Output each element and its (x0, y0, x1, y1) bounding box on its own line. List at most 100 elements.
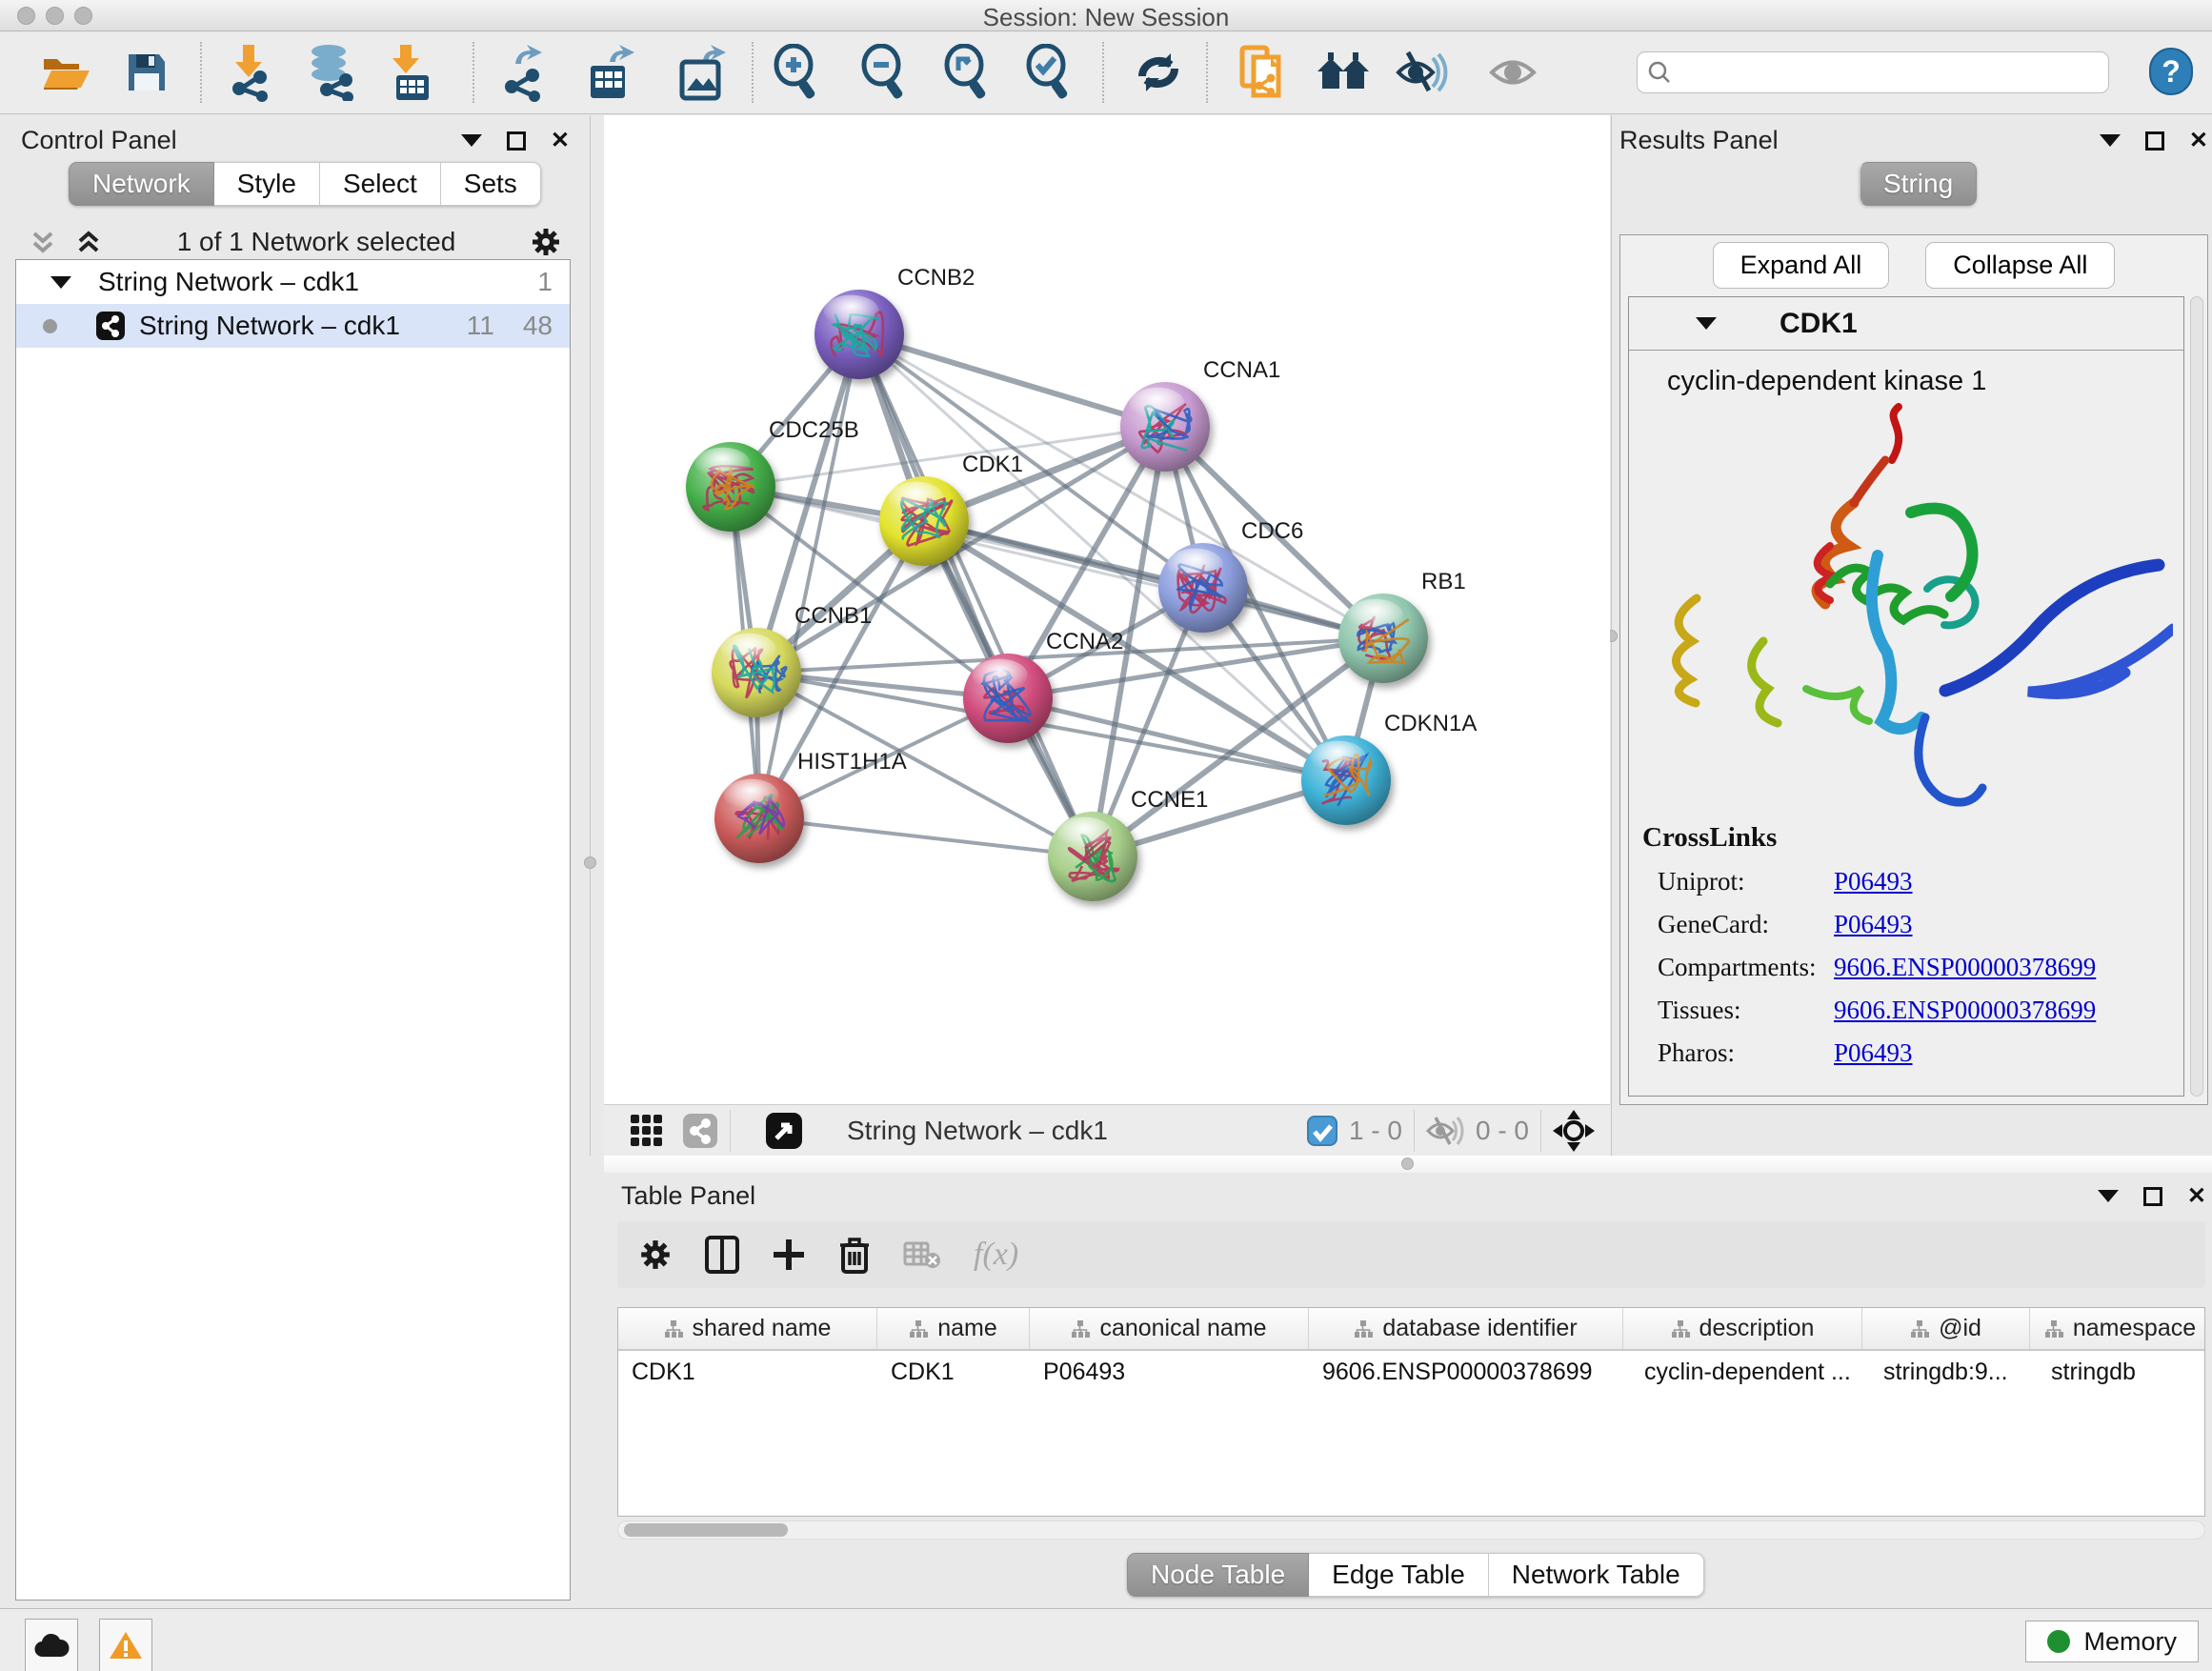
network-row[interactable]: String Network – cdk1 11 48 (16, 304, 570, 348)
table-options-gear-icon[interactable] (638, 1238, 673, 1272)
first-neighbors-icon[interactable] (1314, 40, 1373, 105)
tab-node-table[interactable]: Node Table (1127, 1553, 1309, 1597)
import-network-database-icon[interactable] (302, 40, 361, 105)
node-CDK1[interactable] (879, 476, 969, 566)
tab-network-table[interactable]: Network Table (1489, 1553, 1704, 1597)
node-CCNB2[interactable] (814, 290, 904, 379)
open-session-icon[interactable] (37, 40, 96, 105)
tab-network[interactable]: Network (69, 162, 214, 206)
create-column-icon[interactable] (772, 1238, 806, 1272)
crosslink-link[interactable]: P06493 (1834, 910, 1913, 939)
column-header-canonicalname[interactable]: canonical name (1030, 1308, 1309, 1349)
horizontal-splitter-handle[interactable] (1401, 1158, 1414, 1170)
tab-edge-table[interactable]: Edge Table (1309, 1553, 1489, 1597)
delete-column-icon[interactable] (838, 1236, 871, 1274)
column-header-description[interactable]: description (1623, 1308, 1862, 1349)
left-splitter[interactable] (590, 115, 591, 1156)
edge-CCNB2-CCNA1[interactable] (859, 334, 1165, 427)
expand-all-button[interactable]: Expand All (1713, 242, 1890, 289)
node-HIST1H1A[interactable] (714, 774, 804, 863)
grid-view-icon[interactable] (629, 1113, 665, 1149)
crosslink-link[interactable]: 9606.ENSP00000378699 (1834, 953, 2096, 982)
expand-all-tree-icon[interactable] (29, 228, 57, 256)
save-session-icon[interactable] (117, 40, 176, 105)
select-columns-icon[interactable] (705, 1236, 739, 1274)
node-RB1[interactable] (1338, 594, 1428, 683)
column-header-databaseidentifier[interactable]: database identifier (1309, 1308, 1623, 1349)
control-panel-menu-icon[interactable] (461, 134, 482, 147)
zoom-fit-icon[interactable] (937, 40, 996, 105)
table-cell[interactable]: P06493 (1030, 1359, 1309, 1386)
node-CCNE1[interactable] (1048, 812, 1137, 901)
show-all-icon[interactable] (1485, 40, 1544, 105)
help-icon[interactable]: ? (2149, 48, 2193, 95)
edge-CCNB2-CCNE1[interactable] (859, 334, 1093, 856)
collection-expander-icon[interactable] (50, 276, 71, 289)
column-header-id[interactable]: @id (1862, 1308, 2030, 1349)
collapse-all-tree-icon[interactable] (74, 228, 103, 256)
tab-string[interactable]: String (1860, 162, 1977, 206)
hide-selected-icon[interactable] (1392, 40, 1451, 105)
birds-eye-view-icon[interactable] (1553, 1110, 1595, 1152)
export-image-icon[interactable] (672, 40, 731, 105)
search-input[interactable] (1672, 58, 2081, 87)
export-network-icon[interactable] (496, 40, 555, 105)
column-header-namespace[interactable]: namespace (2030, 1308, 2205, 1349)
crosslink-link[interactable]: P06493 (1834, 1038, 1913, 1068)
table-cell[interactable]: cyclin-dependent ... (1623, 1359, 1862, 1386)
zoom-out-icon[interactable] (855, 40, 914, 105)
search-icon (1647, 60, 1672, 85)
import-table-file-icon[interactable] (378, 40, 437, 105)
network-canvas[interactable]: CCNB2CCNA1CDC25BCDK1CDC6RB1CCNB1CCNA2CDK… (604, 115, 1610, 1104)
table-scrollbar-thumb[interactable] (624, 1523, 788, 1537)
crosslink-link[interactable]: 9606.ENSP00000378699 (1834, 996, 2096, 1025)
gene-expander-icon[interactable] (1696, 317, 1717, 330)
node-CDC25B[interactable] (686, 442, 775, 532)
edge-CCNB2-HIST1H1A[interactable] (759, 334, 859, 818)
results-panel-float-icon[interactable] (2145, 131, 2164, 151)
node-CCNA1[interactable] (1120, 382, 1210, 472)
zoom-in-icon[interactable] (767, 40, 826, 105)
network-options-gear-icon[interactable] (530, 226, 562, 258)
results-panel-menu-icon[interactable] (2100, 134, 2121, 147)
table-cell[interactable]: CDK1 (877, 1359, 1030, 1386)
warnings-button[interactable] (99, 1619, 152, 1671)
table-panel-float-icon[interactable] (2143, 1187, 2162, 1206)
edge-HIST1H1A-CCNE1[interactable] (759, 818, 1093, 856)
table-panel-close-icon[interactable]: ✕ (2187, 1187, 2206, 1206)
copy-style-icon[interactable] (1234, 40, 1293, 105)
tab-style[interactable]: Style (214, 162, 320, 206)
control-panel-close-icon[interactable]: ✕ (551, 131, 570, 151)
refresh-icon[interactable] (1129, 40, 1188, 105)
table-cell[interactable]: stringdb:9... (1862, 1359, 2030, 1386)
table-cell[interactable]: stringdb (2030, 1359, 2205, 1386)
crosslink-link[interactable]: P06493 (1834, 867, 1913, 896)
zoom-selected-icon[interactable] (1019, 40, 1078, 105)
results-vertical-scrollbar[interactable] (2190, 296, 2203, 1097)
detach-view-icon[interactable] (765, 1112, 803, 1150)
node-CCNA2[interactable] (963, 654, 1053, 743)
results-panel-close-icon[interactable]: ✕ (2189, 131, 2208, 151)
hidden-eye-icon[interactable] (1426, 1115, 1464, 1147)
selected-checkbox-icon[interactable] (1307, 1116, 1337, 1146)
table-horizontal-scrollbar[interactable] (617, 1520, 2205, 1540)
memory-button[interactable]: Memory (2025, 1621, 2199, 1662)
table-cell[interactable]: 9606.ENSP00000378699 (1309, 1359, 1623, 1386)
left-splitter-handle[interactable] (584, 856, 596, 869)
export-table-icon[interactable] (582, 40, 641, 105)
tab-sets[interactable]: Sets (441, 162, 541, 206)
column-header-sharedname[interactable]: shared name (618, 1308, 877, 1349)
collapse-all-button[interactable]: Collapse All (1925, 242, 2115, 289)
network-view-icon[interactable] (682, 1113, 718, 1149)
node-CDKN1A[interactable] (1301, 735, 1391, 825)
control-panel-float-icon[interactable] (507, 131, 526, 151)
table-cell[interactable]: CDK1 (618, 1359, 877, 1386)
node-CDC6[interactable] (1158, 543, 1248, 633)
cloud-status-button[interactable] (25, 1619, 78, 1671)
node-CCNB1[interactable] (712, 628, 801, 717)
tab-select[interactable]: Select (320, 162, 441, 206)
import-network-file-icon[interactable] (219, 40, 278, 105)
network-collection-row[interactable]: String Network – cdk1 1 (16, 260, 570, 304)
column-header-name[interactable]: name (877, 1308, 1030, 1349)
table-panel-menu-icon[interactable] (2098, 1190, 2119, 1202)
